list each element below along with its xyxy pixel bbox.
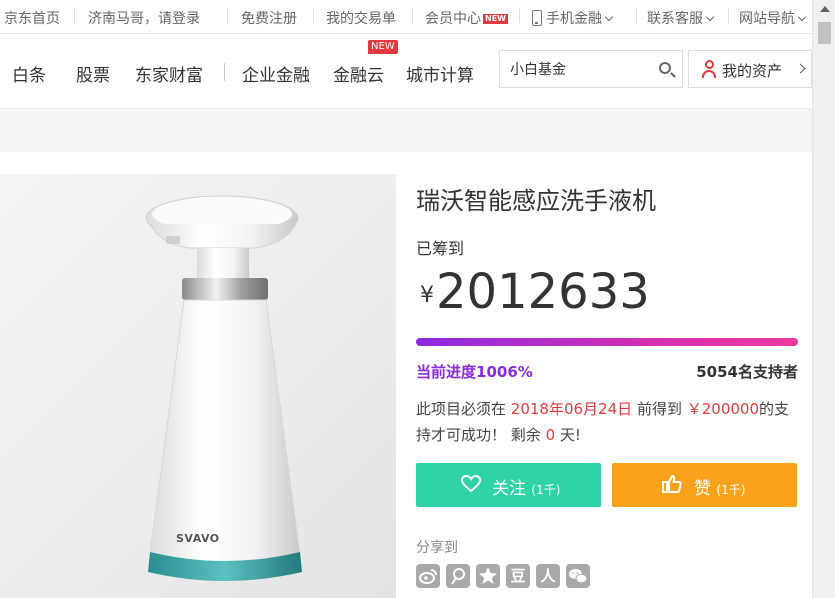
wechat-icon[interactable] — [566, 564, 590, 588]
douban-icon[interactable]: 豆 — [506, 564, 530, 588]
raised-amount: ¥2012633 — [420, 264, 650, 320]
jd-home-link[interactable]: 京东首页 — [4, 8, 60, 28]
main-nav: 白条 股票 东家财富 企业金融 金融云 NEW 城市计算 我的资产 — [0, 34, 812, 108]
vertical-scrollbar[interactable] — [812, 0, 835, 598]
weibo-icon[interactable] — [416, 564, 440, 588]
login-link[interactable]: 济南马哥，请登录 — [88, 8, 200, 28]
divider — [227, 9, 228, 23]
divider — [519, 9, 520, 23]
heart-icon — [460, 474, 482, 498]
mobile-finance-label: 手机金融 — [546, 11, 602, 27]
share-label: 分享到 — [416, 540, 458, 556]
search-box — [499, 50, 683, 88]
progress-label: 当前进度 — [416, 363, 477, 381]
mobile-finance-menu[interactable]: 手机金融 — [532, 8, 614, 28]
nav-item-stocks[interactable]: 股票 — [76, 61, 110, 86]
deadline-mid: 前得到 — [636, 400, 682, 418]
follow-count: (1千) — [531, 483, 561, 497]
like-count: (1千) — [716, 483, 746, 497]
chevron-down-icon — [797, 12, 807, 22]
new-badge: NEW — [483, 14, 508, 24]
my-assets-label: 我的资产 — [722, 62, 783, 80]
contact-label: 联系客服 — [647, 11, 703, 27]
renren-icon[interactable]: 人 — [536, 564, 560, 588]
divider — [412, 9, 413, 23]
member-center-link[interactable]: 会员中心 NEW — [425, 8, 508, 28]
progress-text: 当前进度1006% — [416, 361, 533, 382]
amount-value: 2012633 — [436, 264, 650, 320]
nav-item-wealth[interactable]: 东家财富 — [135, 61, 203, 86]
tencent-weibo-icon[interactable] — [446, 564, 470, 588]
divider — [74, 9, 75, 23]
phone-icon — [532, 10, 542, 26]
product-image: SVAVO — [0, 174, 396, 598]
like-button[interactable]: 赞 (1千) — [612, 463, 797, 507]
thumbs-up-icon — [662, 474, 682, 498]
user-icon — [701, 60, 717, 78]
follow-button[interactable]: 关注 (1千) — [416, 463, 601, 507]
search-icon[interactable] — [659, 62, 671, 74]
site-nav-menu[interactable]: 网站导航 — [739, 8, 807, 28]
supporters-count: 5054名支持者 — [696, 363, 798, 381]
project-title: 瑞沃智能感应洗手液机 — [416, 187, 656, 215]
page: 京东首页 济南马哥，请登录 免费注册 我的交易单 会员中心 NEW 手机金融 联系… — [0, 0, 835, 598]
days-left: 0 — [545, 426, 556, 444]
deadline-prefix: 此项目必须在 — [416, 400, 507, 418]
like-label: 赞 — [694, 479, 711, 499]
member-center-label: 会员中心 — [425, 11, 481, 27]
site-nav-label: 网站导航 — [739, 11, 795, 27]
nav-item-cloud[interactable]: 金融云 — [333, 61, 384, 86]
progress-value: 1006% — [476, 363, 533, 381]
my-assets-button[interactable]: 我的资产 — [688, 50, 812, 88]
divider — [224, 63, 225, 81]
nav-item-baitiao[interactable]: 白条 — [12, 61, 46, 86]
contact-menu[interactable]: 联系客服 — [647, 8, 715, 28]
divider — [313, 9, 314, 23]
raised-label: 已筹到 — [416, 239, 465, 258]
deadline-text: 此项目必须在 2018年06月24日 前得到 ￥200000的支持才可成功！ 剩… — [416, 396, 801, 448]
deadline-date: 2018年06月24日 — [510, 400, 633, 418]
divider — [728, 9, 729, 23]
scroll-thumb[interactable] — [818, 22, 831, 44]
scroll-up-arrow-icon[interactable] — [820, 6, 830, 12]
breadcrumb-band — [0, 108, 812, 152]
progress-bar — [416, 338, 798, 346]
my-trades-link[interactable]: 我的交易单 — [326, 8, 396, 28]
deadline-suffix: 天! — [559, 426, 581, 444]
target-amount: ￥200000 — [686, 400, 759, 418]
top-utility-bar: 京东首页 济南马哥，请登录 免费注册 我的交易单 会员中心 NEW 手机金融 联系… — [0, 0, 812, 34]
new-badge: NEW — [368, 40, 398, 54]
register-link[interactable]: 免费注册 — [241, 8, 297, 28]
currency-symbol: ¥ — [420, 283, 434, 308]
follow-label: 关注 — [492, 479, 526, 499]
divider — [636, 9, 637, 23]
chevron-right-icon — [795, 63, 806, 74]
brand-logo-text: SVAVO — [176, 532, 220, 545]
nav-item-enterprise[interactable]: 企业金融 — [242, 61, 310, 86]
chevron-down-icon — [705, 12, 715, 22]
qzone-icon[interactable] — [476, 564, 500, 588]
chevron-down-icon — [604, 12, 614, 22]
search-input[interactable] — [510, 59, 650, 79]
nav-item-city-computing[interactable]: 城市计算 — [406, 61, 474, 86]
